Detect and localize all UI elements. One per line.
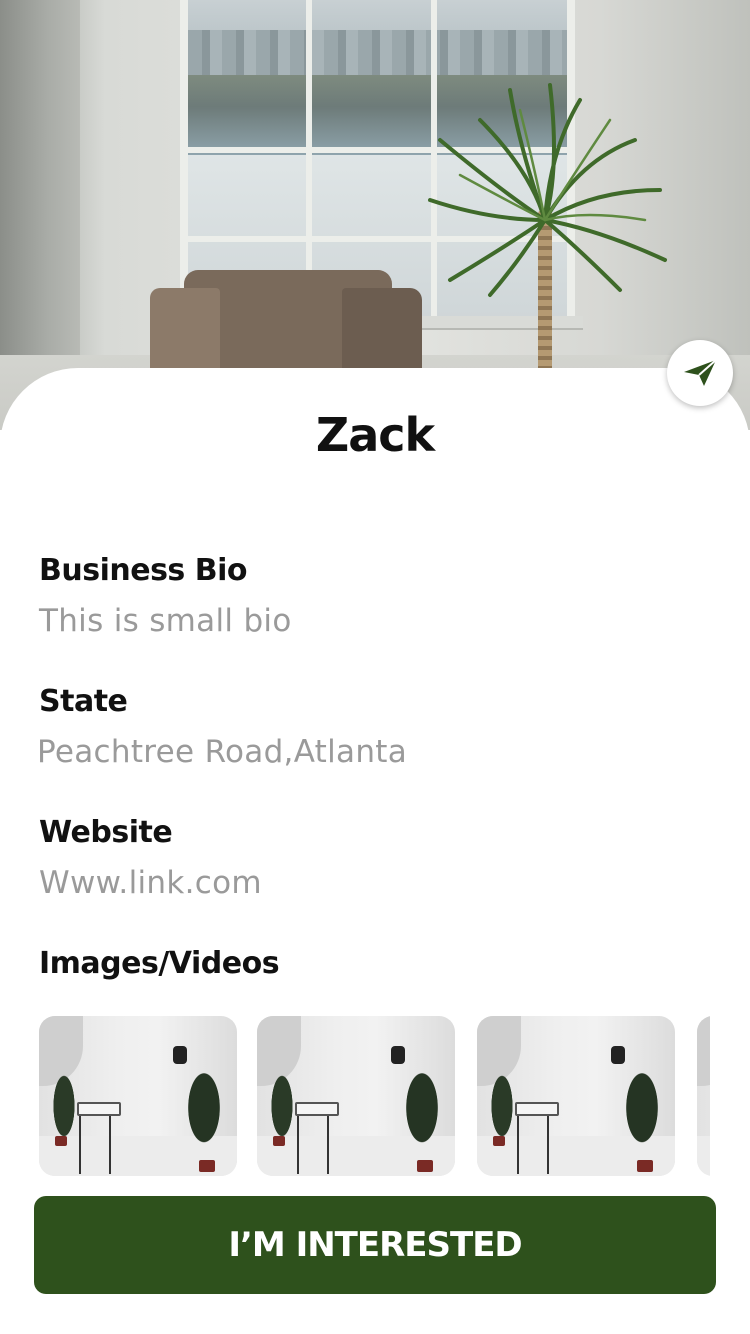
bio-label: Business Bio: [39, 553, 247, 588]
profile-name: Zack: [315, 408, 435, 462]
state-label: State: [39, 684, 128, 719]
interested-button[interactable]: I’M INTERESTED: [34, 1196, 716, 1294]
media-thumbnail[interactable]: [477, 1016, 675, 1176]
media-label: Images/Videos: [39, 946, 280, 981]
hero-image: [0, 0, 750, 430]
media-gallery[interactable]: [0, 1016, 710, 1176]
media-thumbnail[interactable]: [257, 1016, 455, 1176]
state-value: Peachtree Road,Atlanta: [37, 734, 408, 770]
bio-value: This is small bio: [39, 603, 292, 639]
website-value[interactable]: Www.link.com: [39, 865, 262, 901]
media-thumbnail[interactable]: [39, 1016, 237, 1176]
send-icon: [684, 359, 717, 386]
profile-card: [0, 368, 750, 1334]
hero-plant: [428, 83, 667, 297]
website-label: Website: [39, 815, 173, 850]
share-button[interactable]: [667, 340, 733, 406]
media-thumbnail[interactable]: [697, 1016, 710, 1176]
